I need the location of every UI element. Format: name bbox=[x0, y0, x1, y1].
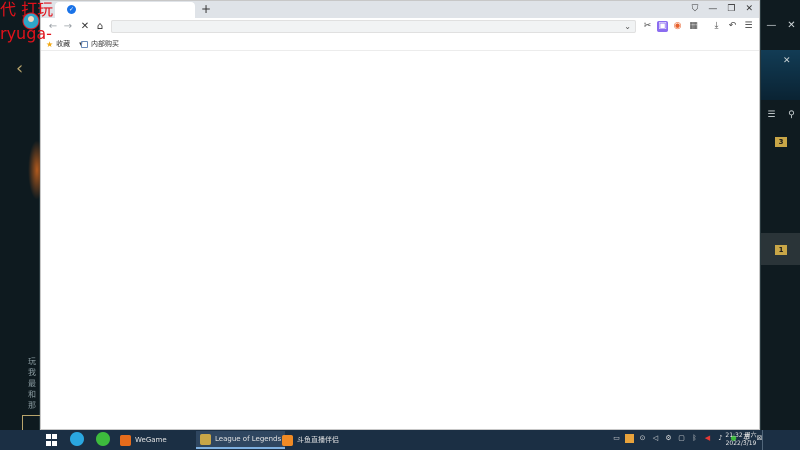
address-bar[interactable]: ⌄ bbox=[111, 20, 636, 33]
lol-side-text-3: 最 bbox=[28, 379, 36, 388]
window-controls: ⛉ — ❐ ✕ bbox=[692, 2, 753, 16]
league-icon bbox=[200, 433, 211, 445]
lol-side-text-2: 我 bbox=[28, 368, 36, 377]
taskbar-item-label: 斗鱼直播伴侣 bbox=[297, 436, 339, 444]
close-icon[interactable]: ✕ bbox=[783, 56, 791, 66]
shield-icon[interactable]: ⊙ bbox=[638, 434, 647, 443]
browser-window: ✓ + ⛉ — ❐ ✕ ← → ✕ ⌂ ⌄ ✂ ▣ ◉ ▦ ⤓ ↶ ☰ ★ 收藏… bbox=[40, 0, 760, 430]
lol-window-controls: — ✕ bbox=[761, 0, 800, 50]
app-green-icon[interactable] bbox=[96, 432, 110, 446]
lol-social-tools: ☰ ⚲ bbox=[761, 110, 800, 124]
lol-right-panel: — ✕ ✕ ☰ ⚲ 3 1 bbox=[760, 0, 800, 430]
browser-tab[interactable]: ✓ bbox=[55, 2, 195, 18]
douyu-icon bbox=[282, 434, 293, 446]
search-icon[interactable]: ⚲ bbox=[788, 110, 795, 124]
shield-icon[interactable]: ⛉ bbox=[692, 4, 699, 14]
clock-date: 2022/3/19 bbox=[725, 440, 757, 447]
page-content bbox=[41, 51, 759, 429]
chevron-down-icon[interactable]: ⌄ bbox=[624, 21, 631, 33]
tab-bar: ✓ + ⛉ — ❐ ✕ bbox=[41, 1, 759, 18]
wegame-icon bbox=[120, 434, 131, 446]
apps-grid-icon[interactable]: ▦ bbox=[688, 21, 699, 32]
desktop: ‹ 玩 我 最 和 那 — ✕ ✕ ☰ ⚲ 3 1 ✓ + ⛉ — ❐ ✕ ← … bbox=[0, 0, 800, 450]
bookmarks-bar: ★ 收藏 ▾ 内部购买 bbox=[41, 36, 759, 51]
forward-button[interactable]: → bbox=[62, 20, 74, 34]
taskbar-item-douyu[interactable]: 斗鱼直播伴侣 bbox=[278, 431, 343, 449]
volume-icon[interactable]: ◁ bbox=[651, 434, 660, 443]
extension-icon[interactable]: ▣ bbox=[657, 21, 668, 32]
lol-side-text-5: 那 bbox=[28, 401, 36, 410]
record-icon[interactable]: ◀ bbox=[703, 434, 712, 443]
media-player-icon[interactable] bbox=[70, 432, 84, 446]
windows-start-icon[interactable] bbox=[46, 434, 58, 446]
close-icon[interactable]: ✕ bbox=[745, 4, 753, 14]
menu-icon[interactable]: ☰ bbox=[743, 21, 754, 32]
bluetooth-icon[interactable]: ᛒ bbox=[690, 434, 699, 443]
lol-side-text-1: 玩 bbox=[28, 357, 36, 366]
page-icon bbox=[81, 40, 88, 48]
chevron-left-icon[interactable]: ‹ bbox=[16, 58, 23, 79]
taskbar: WeGame League of Legends 斗鱼直播伴侣 ▭ ⊙ ◁ ⚙ … bbox=[0, 430, 800, 450]
taskbar-item-league-of-legends[interactable]: League of Legends bbox=[196, 431, 286, 449]
list-icon[interactable]: ☰ bbox=[767, 110, 775, 124]
browser-logo-icon: ✓ bbox=[67, 5, 76, 14]
undo-icon[interactable]: ↶ bbox=[727, 21, 738, 32]
taskbar-item-label: League of Legends bbox=[215, 435, 282, 443]
tray-app-icon[interactable] bbox=[625, 434, 634, 443]
stop-button[interactable]: ✕ bbox=[79, 20, 91, 34]
taskbar-item-label: WeGame bbox=[135, 436, 167, 444]
taskbar-item-wegame[interactable]: WeGame bbox=[116, 431, 171, 449]
minimize-icon[interactable]: — bbox=[708, 4, 717, 14]
bookmark-label: 收藏 bbox=[56, 40, 71, 48]
bookmark-label: 内部购买 bbox=[91, 40, 119, 48]
network-icon[interactable]: ▭ bbox=[612, 434, 621, 443]
new-tab-button[interactable]: + bbox=[199, 2, 213, 16]
system-clock[interactable]: 21:32 周六 2022/3/19 bbox=[724, 432, 758, 448]
minimize-icon[interactable]: — bbox=[766, 20, 776, 31]
settings-icon[interactable]: ⚙ bbox=[664, 434, 673, 443]
lol-social-header: ✕ bbox=[761, 50, 800, 100]
browser-toolbar: ← → ✕ ⌂ ⌄ ✂ ▣ ◉ ▦ ⤓ ↶ ☰ bbox=[41, 18, 759, 36]
gamepad-icon[interactable]: ◉ bbox=[672, 21, 683, 32]
scissors-icon[interactable]: ✂ bbox=[642, 21, 653, 32]
clock-time: 21:32 周六 bbox=[725, 432, 757, 439]
monitor-icon[interactable]: ▢ bbox=[677, 434, 686, 443]
bookmark-internal-purchase[interactable]: 内部购买 bbox=[81, 39, 119, 49]
download-icon[interactable]: ⤓ bbox=[711, 21, 722, 32]
maximize-icon[interactable]: ❐ bbox=[727, 4, 735, 14]
home-button[interactable]: ⌂ bbox=[94, 20, 106, 34]
lol-side-text-4: 和 bbox=[28, 390, 36, 399]
lol-friend-group-badge[interactable]: 3 bbox=[775, 137, 787, 147]
show-desktop-button[interactable] bbox=[762, 430, 763, 450]
lol-friend-count-badge: 1 bbox=[775, 245, 787, 255]
avatar bbox=[22, 12, 40, 30]
close-icon[interactable]: ✕ bbox=[787, 20, 795, 31]
lol-friend-row-active[interactable]: 1 bbox=[761, 233, 800, 265]
